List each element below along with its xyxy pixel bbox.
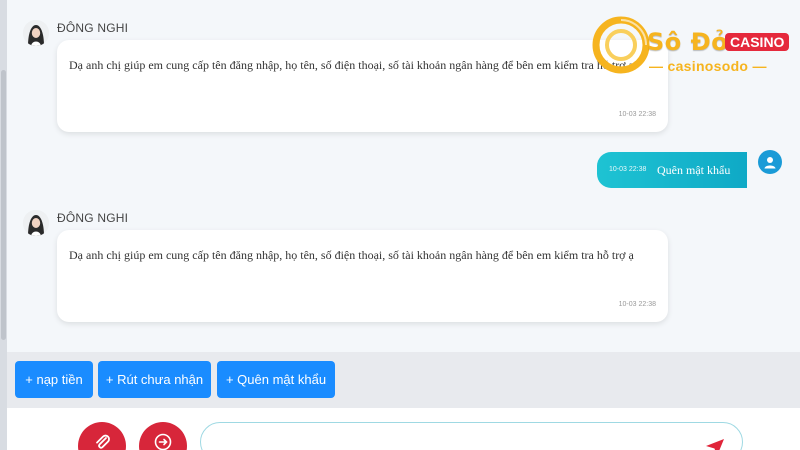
exit-button[interactable] [139,422,187,450]
user-message-time: 10-03 22:38 [609,166,647,173]
logo-subtitle: — casinosodo — [649,58,767,74]
window-edge [0,0,7,450]
agent-message-text: Dạ anh chị giúp em cung cấp tên đăng nhậ… [69,248,634,262]
message-time: 10-03 22:38 [618,301,656,308]
agent-name: ĐÔNG NGHI [57,21,129,35]
agent-bubble: Dạ anh chị giúp em cung cấp tên đăng nhậ… [57,230,668,322]
user-message-bubble: 10-03 22:38 Quên mật khẩu [597,152,747,188]
user-message-text: Quên mật khẩu [657,163,731,177]
chat-history[interactable]: ĐÔNG NGHI Dạ anh chị giúp em cung cấp tê… [7,0,800,352]
message-time: 10-03 22:38 [618,111,656,118]
agent-avatar [23,20,49,46]
brand-logo: Sô Đỏ CASINO — casinosodo — [592,16,797,76]
quick-reply-withdraw-button[interactable]: + Rút chưa nhận [98,361,211,398]
agent-avatar [23,210,49,236]
logo-brand-text: Sô Đỏ [647,28,729,56]
user-icon [758,150,782,174]
agent-message-text: Dạ anh chị giúp em cung cấp tên đăng nhậ… [69,58,634,72]
scrollbar-thumb[interactable] [1,70,6,340]
paperclip-icon [96,434,110,449]
quick-reply-bar: + nạp tiền + Rút chưa nhận + Quên mật kh… [7,352,800,408]
quick-reply-forgot-password-button[interactable]: + Quên mật khẩu [217,361,335,398]
logo-badge: CASINO [725,33,790,51]
agent-name: ĐÔNG NGHI [57,211,129,225]
send-icon[interactable] [704,436,726,450]
logo-emblem-icon [592,16,650,74]
exit-icon [154,433,172,450]
message-input[interactable] [200,422,743,450]
composer-bar [7,408,800,450]
quick-reply-deposit-button[interactable]: + nạp tiền [15,361,93,398]
attach-button[interactable] [78,422,126,450]
agent-bubble: Dạ anh chị giúp em cung cấp tên đăng nhậ… [57,40,668,132]
